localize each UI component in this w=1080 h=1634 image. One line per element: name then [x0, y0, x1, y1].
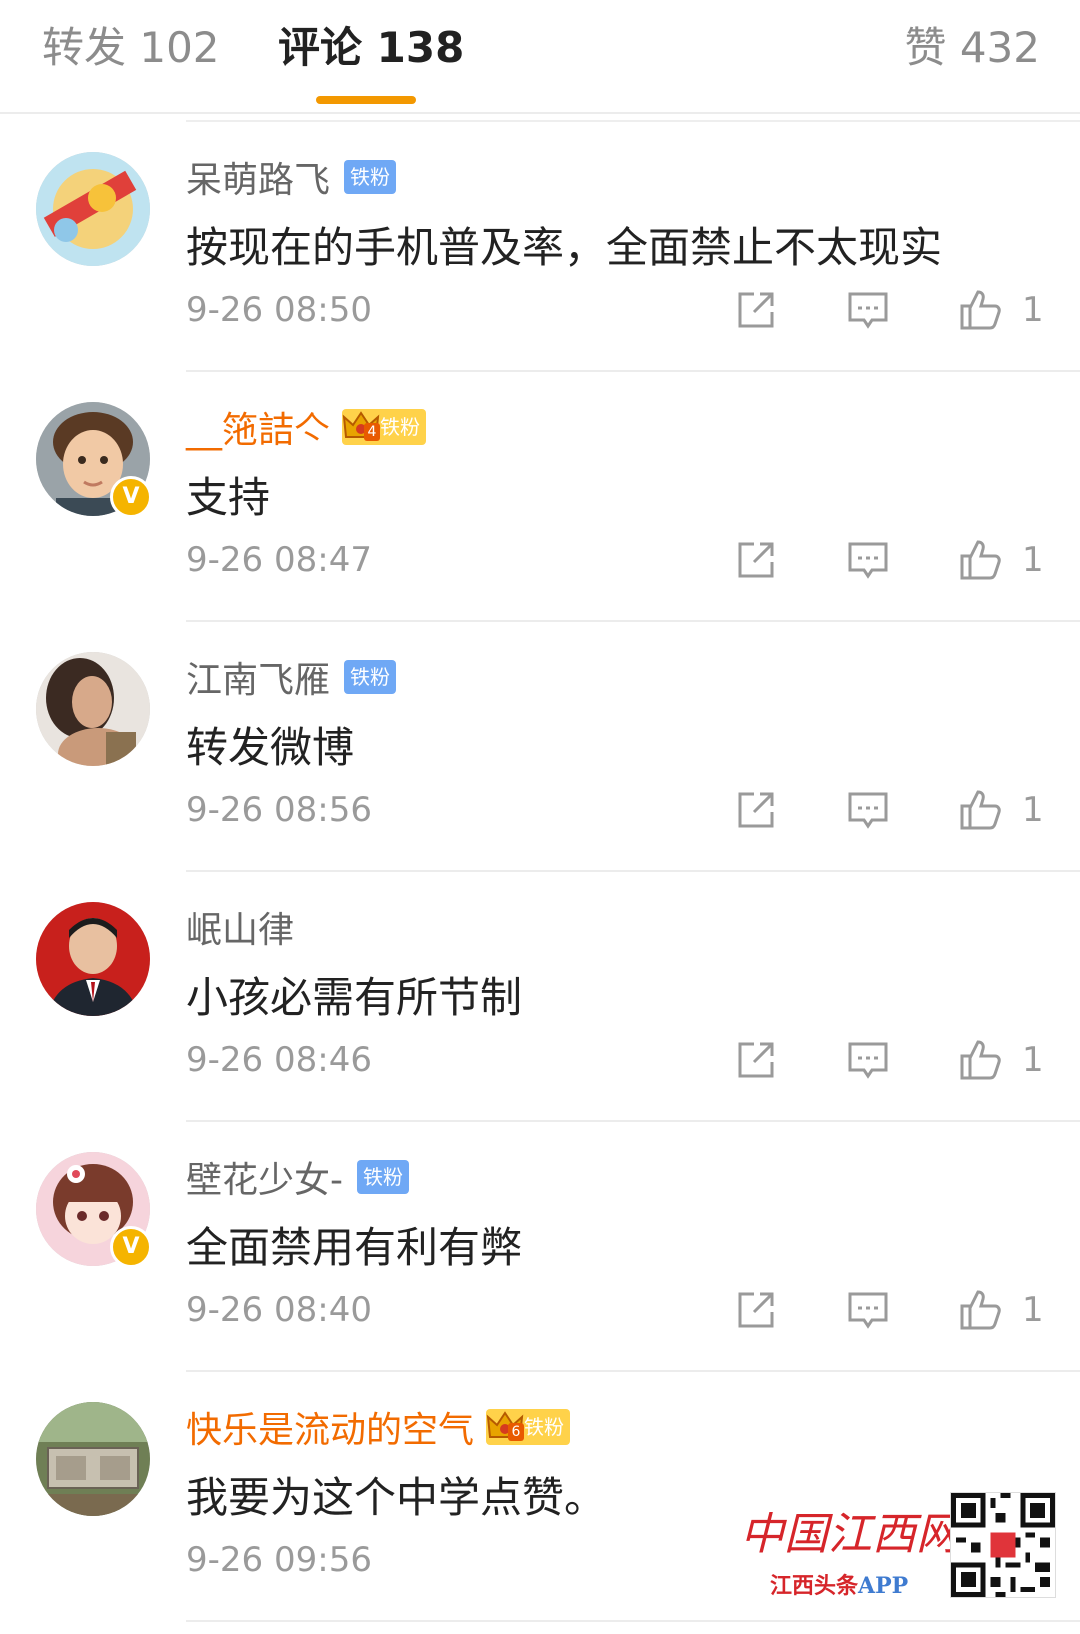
comment-text: 转发微博	[186, 723, 355, 772]
comment-time: 9-26 08:47	[186, 540, 372, 580]
thumbs-up-icon[interactable]	[958, 1038, 1002, 1082]
username[interactable]: __筂詰亽	[186, 401, 330, 453]
thumbs-up-icon[interactable]	[958, 288, 1002, 332]
comment-item: V 壁花少女- 铁粉 全面禁用有利有弊 9-26 08:40 1	[0, 1122, 1080, 1372]
tab-comment[interactable]: 评论 138	[278, 18, 464, 78]
comment-text: 按现在的手机普及率，全面禁止不太现实	[186, 223, 943, 272]
comment-icon[interactable]	[846, 538, 890, 582]
fan-badge-label: 铁粉	[380, 415, 421, 439]
comment-list: 呆萌路飞 铁粉 按现在的手机普及率，全面禁止不太现实 9-26 08:50 1	[0, 122, 1080, 1622]
name-row: 岷山律	[186, 902, 294, 952]
divider	[186, 1620, 1080, 1622]
tab-like[interactable]: 赞 432	[904, 18, 1040, 78]
comment-icon[interactable]	[846, 1288, 890, 1332]
comment-item: V __筂詰亽 4 铁粉 支持 9-26 08:47 1	[0, 372, 1080, 622]
fan-badge[interactable]: 铁粉	[357, 1160, 409, 1194]
comment-time: 9-26 09:56	[186, 1540, 372, 1580]
comment-text: 小孩必需有所节制	[186, 973, 523, 1022]
comment-text: 全面禁用有利有弊	[186, 1223, 523, 1272]
name-row: 壁花少女- 铁粉	[186, 1152, 409, 1202]
crown-level: 6	[508, 1423, 525, 1441]
thumbs-up-icon[interactable]	[958, 538, 1002, 582]
like-count: 1	[1022, 1040, 1044, 1080]
comment-icon[interactable]	[846, 288, 890, 332]
avatar[interactable]	[36, 652, 150, 766]
thumbs-up-icon[interactable]	[958, 1288, 1002, 1332]
watermark-logo: 中国江西网	[740, 1509, 960, 1560]
comment-item: 江南飞雁 铁粉 转发微博 9-26 08:56 1	[0, 622, 1080, 872]
comment-text: 支持	[186, 473, 271, 522]
watermark-app-name: 江西头条	[770, 1573, 859, 1599]
username[interactable]: 快乐是流动的空气	[186, 1401, 474, 1453]
share-icon[interactable]	[734, 1038, 778, 1082]
username[interactable]: 壁花少女-	[186, 1151, 343, 1203]
comment-text: 我要为这个中学点赞。	[186, 1473, 607, 1522]
qr-code	[950, 1492, 1056, 1598]
comment-icon[interactable]	[846, 1038, 890, 1082]
crown-icon: 6	[486, 1409, 525, 1445]
name-row: 呆萌路飞 铁粉	[186, 151, 397, 203]
verified-icon: V	[110, 476, 152, 518]
comment-time: 9-26 08:50	[186, 290, 372, 330]
share-icon[interactable]	[734, 538, 778, 582]
comment-item: 呆萌路飞 铁粉 按现在的手机普及率，全面禁止不太现实 9-26 08:50 1	[0, 122, 1080, 372]
crown-fan-badge[interactable]: 6 铁粉	[486, 1409, 571, 1445]
share-icon[interactable]	[734, 288, 778, 332]
name-row: 快乐是流动的空气 6 铁粉	[186, 1401, 571, 1453]
watermark-app-suffix: APP	[858, 1573, 909, 1599]
verified-icon: V	[110, 1226, 152, 1268]
tab-repost[interactable]: 转发 102	[42, 18, 220, 78]
fan-badge-label: 铁粉	[524, 1415, 565, 1439]
avatar[interactable]	[36, 902, 150, 1016]
watermark: 中国江西网 江西头条APP	[740, 1490, 1060, 1620]
name-row: __筂詰亽 4 铁粉	[186, 401, 427, 453]
username[interactable]: 呆萌路飞	[186, 151, 330, 203]
tab-bar: 转发 102 评论 138 赞 432	[0, 0, 1080, 114]
comment-time: 9-26 08:56	[186, 790, 372, 830]
watermark-app: 江西头条APP	[770, 1568, 908, 1600]
fan-badge[interactable]: 铁粉	[344, 660, 397, 694]
crown-icon: 4	[342, 409, 381, 445]
like-count: 1	[1022, 540, 1044, 580]
active-tab-indicator	[316, 96, 416, 104]
crown-fan-badge[interactable]: 4 铁粉	[342, 409, 427, 445]
comment-item: 岷山律 小孩必需有所节制 9-26 08:46 1	[0, 872, 1080, 1122]
like-count: 1	[1022, 1290, 1044, 1330]
crown-level: 4	[364, 423, 381, 441]
name-row: 江南飞雁 铁粉	[186, 651, 397, 703]
avatar[interactable]	[36, 152, 150, 266]
share-icon[interactable]	[734, 1288, 778, 1332]
username[interactable]: 江南飞雁	[186, 651, 330, 703]
like-count: 1	[1022, 790, 1044, 830]
fan-badge[interactable]: 铁粉	[344, 160, 397, 194]
share-icon[interactable]	[734, 788, 778, 832]
comment-time: 9-26 08:46	[186, 1040, 372, 1080]
avatar[interactable]	[36, 1402, 150, 1516]
thumbs-up-icon[interactable]	[958, 788, 1002, 832]
username[interactable]: 岷山律	[186, 901, 294, 953]
comment-icon[interactable]	[846, 788, 890, 832]
like-count: 1	[1022, 290, 1044, 330]
comment-time: 9-26 08:40	[186, 1290, 372, 1330]
